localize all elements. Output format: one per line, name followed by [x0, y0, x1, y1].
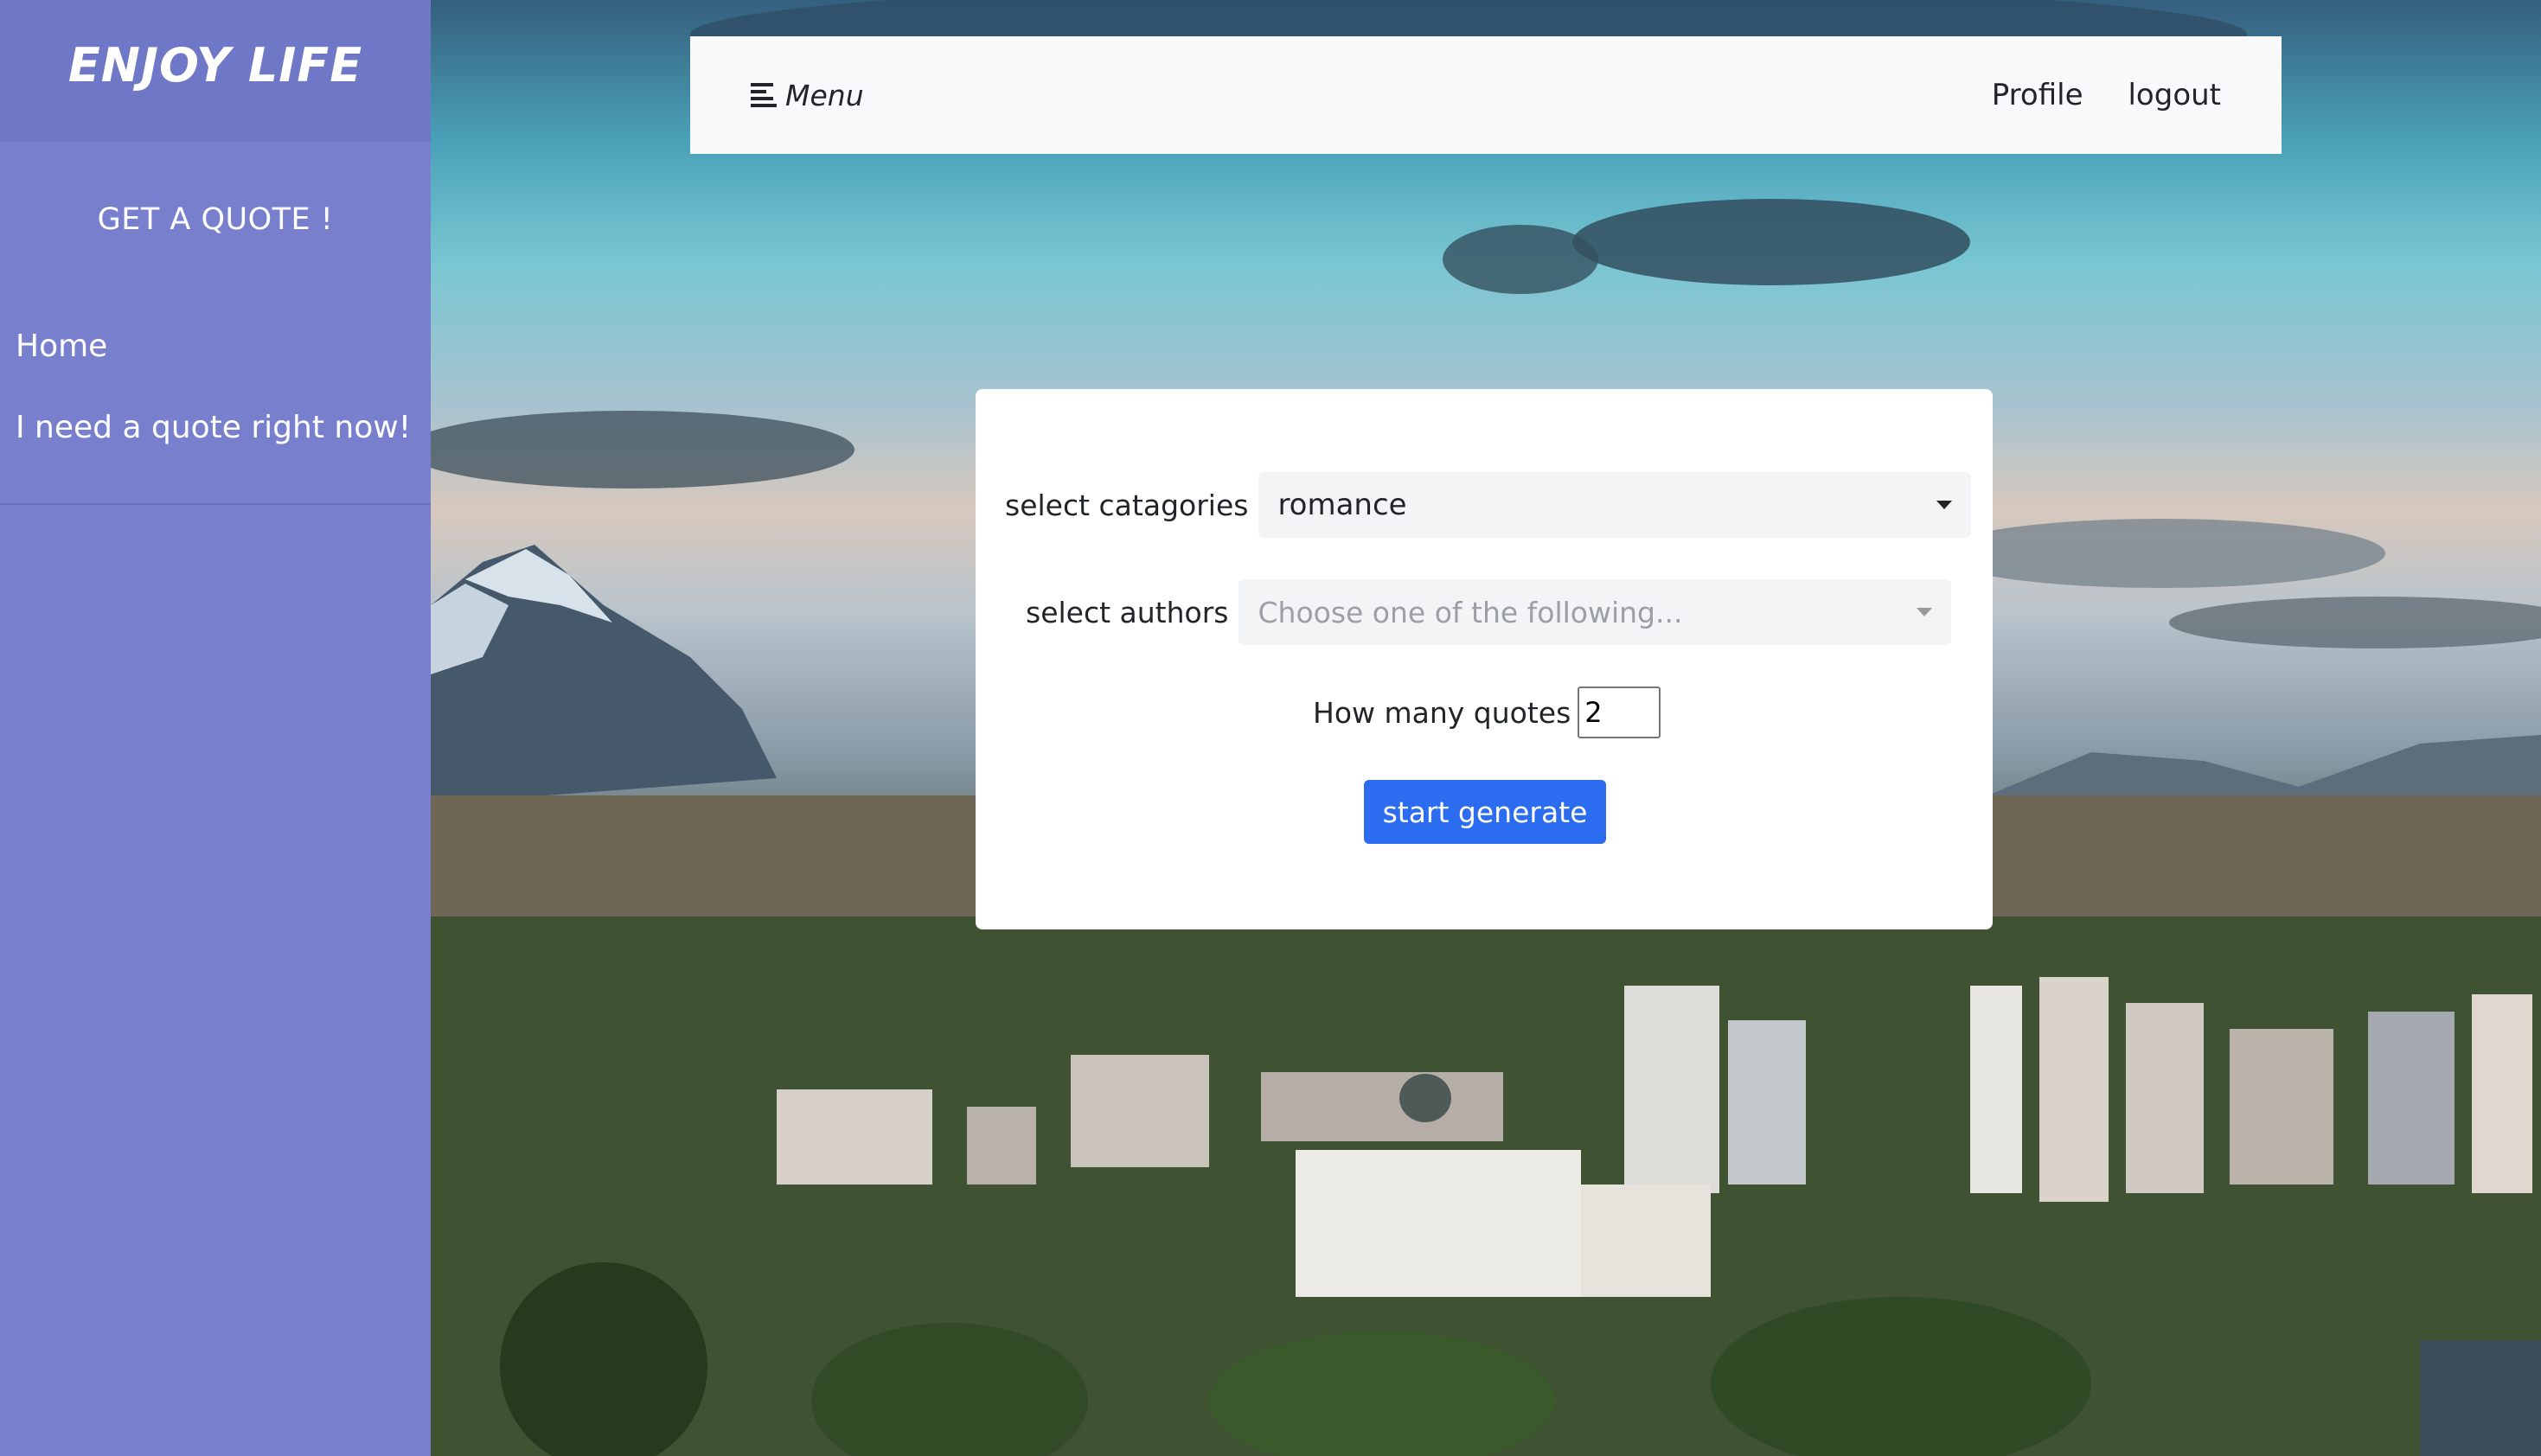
menu-lines-icon [751, 83, 777, 107]
authors-placeholder: Choose one of the following... [1258, 595, 1683, 629]
categories-row: select catagories romance [1005, 472, 1972, 538]
categories-selected-value: romance [1277, 488, 1407, 522]
authors-label: select authors [1026, 595, 1229, 629]
categories-select[interactable]: romance [1258, 472, 1972, 538]
main-content: Menu Profile logout select catagories ro… [431, 0, 2541, 1456]
authors-row: select authors Choose one of the followi… [1026, 579, 1952, 645]
top-navbar: Menu Profile logout [690, 36, 2282, 154]
chevron-down-icon [1936, 501, 1953, 509]
authors-select[interactable]: Choose one of the following... [1238, 579, 1952, 645]
quote-count-input[interactable] [1578, 686, 1661, 738]
brand-title: ENJOY LIFE [67, 37, 363, 93]
sidebar: ENJOY LIFE GET A QUOTE ! Home I need a q… [0, 0, 431, 1456]
categories-label: select catagories [1005, 488, 1249, 522]
menu-toggle-button[interactable]: Menu [751, 79, 864, 112]
quote-form-card: select catagories romance select authors… [976, 389, 1993, 929]
nav-links: Profile logout [1992, 78, 2221, 112]
start-generate-button[interactable]: start generate [1364, 780, 1606, 844]
sidebar-item-home[interactable]: Home [0, 306, 431, 387]
profile-link[interactable]: Profile [1992, 78, 2083, 112]
sidebar-subtitle: GET A QUOTE ! [97, 202, 334, 237]
quote-count-row: How many quotes [1313, 686, 1661, 738]
chevron-down-icon [1917, 608, 1933, 616]
logout-link[interactable]: logout [2128, 78, 2221, 112]
quote-count-label: How many quotes [1313, 695, 1571, 730]
sidebar-item-quote-now[interactable]: I need a quote right now! [0, 387, 431, 469]
sidebar-nav: Home I need a quote right now! [0, 306, 431, 505]
menu-label: Menu [785, 78, 864, 112]
sidebar-header: ENJOY LIFE [0, 0, 431, 142]
